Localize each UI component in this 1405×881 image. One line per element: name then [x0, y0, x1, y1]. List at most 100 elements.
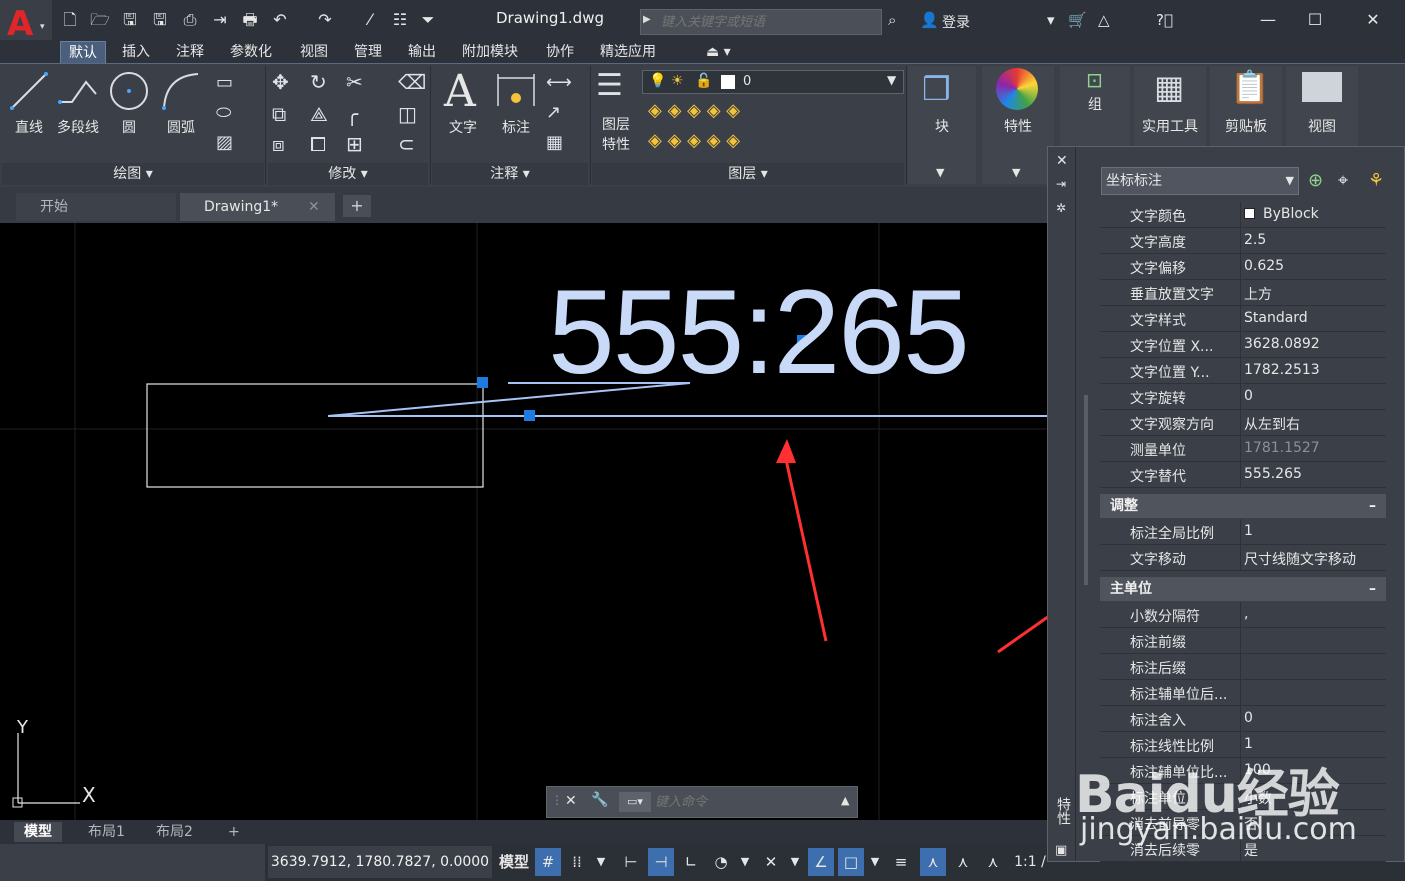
object-type-dropdown[interactable]: 坐标标注 ▼	[1101, 167, 1299, 195]
property-value[interactable]: 1781.1527	[1240, 436, 1386, 461]
property-value[interactable]: 0	[1240, 706, 1386, 731]
property-value[interactable]: 1782.2513	[1240, 358, 1386, 383]
property-value[interactable]: ByBlock	[1240, 202, 1386, 227]
snap-toggle-icon[interactable]: ⁞⁞	[564, 848, 590, 876]
array-icon[interactable]: ⊞	[346, 132, 363, 156]
tab-model[interactable]: 模型	[14, 822, 62, 842]
ribbon-toggle-icon[interactable]: ⏏ ▾	[698, 41, 739, 63]
help-icon[interactable]: ?⃝	[1156, 11, 1173, 29]
search-input[interactable]	[661, 12, 876, 32]
polar-tracking-icon[interactable]: ◔	[708, 848, 734, 876]
property-row[interactable]: 文字样式 Standard	[1100, 306, 1386, 332]
text-tool-label[interactable]: 文字	[440, 117, 486, 137]
cart-icon[interactable]: 🛒	[1068, 11, 1087, 29]
dimension-text[interactable]: 555:265	[548, 267, 970, 397]
section-fit[interactable]: 调整 –	[1100, 494, 1386, 518]
drawing-canvas[interactable]: 555:265 Y X	[0, 223, 1050, 820]
property-value[interactable]: 2.5	[1240, 228, 1386, 253]
new-tab-button[interactable]: +	[343, 195, 371, 217]
circle-tool-label[interactable]: 圆	[108, 117, 150, 137]
property-row[interactable]: 文字偏移 0.625	[1100, 254, 1386, 280]
mirror-icon[interactable]: ⟁	[310, 102, 328, 126]
tab-annotate[interactable]: 注释	[168, 41, 212, 63]
close-button[interactable]: ✕	[1350, 6, 1396, 34]
layer-dropdown[interactable]: 💡 ☀ 🔓 0 ▼	[642, 70, 904, 94]
property-row[interactable]: 垂直放置文字 上方	[1100, 280, 1386, 306]
command-input[interactable]	[655, 792, 825, 812]
customize-qat-icon[interactable]: ⏷	[418, 10, 438, 30]
publish-icon[interactable]: ⎙	[180, 10, 200, 30]
explode-icon[interactable]: ◫	[398, 102, 417, 126]
table-icon[interactable]: ▦	[546, 132, 563, 153]
close-icon[interactable]: ✕	[565, 793, 577, 809]
drag-handle-icon[interactable]: ⋮	[551, 793, 563, 807]
grid-toggle-icon[interactable]: #	[535, 848, 561, 876]
a360-icon[interactable]: △	[1098, 11, 1110, 29]
palette-footer-icon[interactable]: ▣	[1055, 843, 1067, 858]
properties-panel[interactable]: 特性 ▼	[982, 66, 1054, 184]
user-icon[interactable]: 👤	[920, 11, 939, 29]
isodraft-icon[interactable]: ✕	[758, 848, 784, 876]
wrench-icon[interactable]: 🔧	[591, 792, 608, 808]
property-value[interactable]: 0	[1240, 384, 1386, 409]
draw-panel-title[interactable]: 绘图 ▾	[2, 163, 264, 185]
annotation-scale-value[interactable]: 1:1 /	[1010, 848, 1050, 876]
property-value[interactable]: Standard	[1240, 306, 1386, 331]
annotation-panel-title[interactable]: 注释 ▾	[432, 163, 588, 185]
tab-default[interactable]: 默认	[60, 41, 106, 63]
arc-tool-label[interactable]: 圆弧	[160, 117, 202, 137]
property-value[interactable]	[1240, 628, 1386, 653]
property-row[interactable]: 文字替代 555.265	[1100, 462, 1386, 488]
tab-insert[interactable]: 插入	[114, 41, 158, 63]
property-value[interactable]: 555.265	[1240, 462, 1386, 487]
login-link[interactable]: 登录	[942, 12, 970, 32]
search-box[interactable]: ▶	[640, 9, 882, 35]
binoculars-icon[interactable]: ⌕	[888, 11, 896, 29]
property-row[interactable]: 文字高度 2.5	[1100, 228, 1386, 254]
select-objects-icon[interactable]: ⌖	[1338, 170, 1348, 191]
rotate-icon[interactable]: ↻	[310, 70, 327, 94]
annotation-visibility-icon[interactable]: ⋏	[920, 848, 946, 876]
chevron-down-icon[interactable]: ▼	[736, 848, 754, 876]
property-row[interactable]: 文字移动 尺寸线随文字移动	[1100, 545, 1386, 571]
quick-select-icon[interactable]: ⚘	[1368, 170, 1384, 191]
auto-hide-icon[interactable]: ⇥	[1056, 177, 1066, 191]
property-row[interactable]: 文字旋转 0	[1100, 384, 1386, 410]
chevron-down-icon[interactable]: ▼	[786, 848, 804, 876]
chevron-up-icon[interactable]: ▲	[841, 794, 849, 807]
object-snap-icon[interactable]: □	[838, 848, 864, 876]
palette-scrollbar[interactable]	[1084, 395, 1088, 585]
annotation-scale-icon[interactable]: ⋏	[980, 848, 1006, 876]
layer-properties-icon[interactable]: ☰	[596, 68, 623, 103]
fillet-icon[interactable]: ╭	[346, 102, 358, 126]
recent-commands-icon[interactable]: ▭▾	[619, 792, 651, 812]
property-row[interactable]: 标注舍入 0	[1100, 706, 1386, 732]
match-properties-icon[interactable]: ⁄	[360, 10, 380, 30]
property-row[interactable]: 标注前缀	[1100, 628, 1386, 654]
linear-dim-icon[interactable]: ⟷	[546, 72, 572, 93]
tab-drawing1[interactable]: Drawing1* ✕	[180, 193, 335, 221]
ortho-icon[interactable]: ∟	[678, 848, 704, 876]
new-file-icon[interactable]: 🗋	[60, 10, 80, 30]
rectangle-tool-icon[interactable]: ▭	[216, 72, 233, 93]
property-value[interactable]: 1	[1240, 519, 1386, 544]
tab-output[interactable]: 输出	[400, 41, 444, 63]
object-snap-tracking-icon[interactable]: ∠	[808, 848, 834, 876]
chevron-down-icon[interactable]: ▼	[866, 848, 884, 876]
erase-icon[interactable]: ⌫	[398, 70, 426, 94]
command-line[interactable]: ⋮ ✕ 🔧 ▭▾ ▲	[546, 786, 858, 818]
undo-icon[interactable]: ↶	[270, 10, 290, 30]
tab-layout1[interactable]: 布局1	[78, 822, 135, 842]
property-row[interactable]: 标注辅单位后...	[1100, 680, 1386, 706]
close-icon[interactable]: ✕	[1056, 153, 1068, 169]
infer-constraints-icon[interactable]: ⊢	[618, 848, 644, 876]
leader-icon[interactable]: ↗	[546, 102, 561, 123]
plot-icon[interactable]: 🖶	[240, 10, 260, 30]
tab-addins[interactable]: 附加模块	[454, 41, 526, 63]
app-menu-button[interactable]: A ▾	[0, 0, 52, 44]
line-tool-icon[interactable]	[8, 70, 50, 112]
offset-icon[interactable]: ⊂	[398, 132, 415, 156]
redo-icon[interactable]: ↷	[315, 10, 335, 30]
save-as-icon[interactable]: 🖫	[150, 10, 170, 30]
add-layout-button[interactable]: +	[218, 822, 250, 842]
